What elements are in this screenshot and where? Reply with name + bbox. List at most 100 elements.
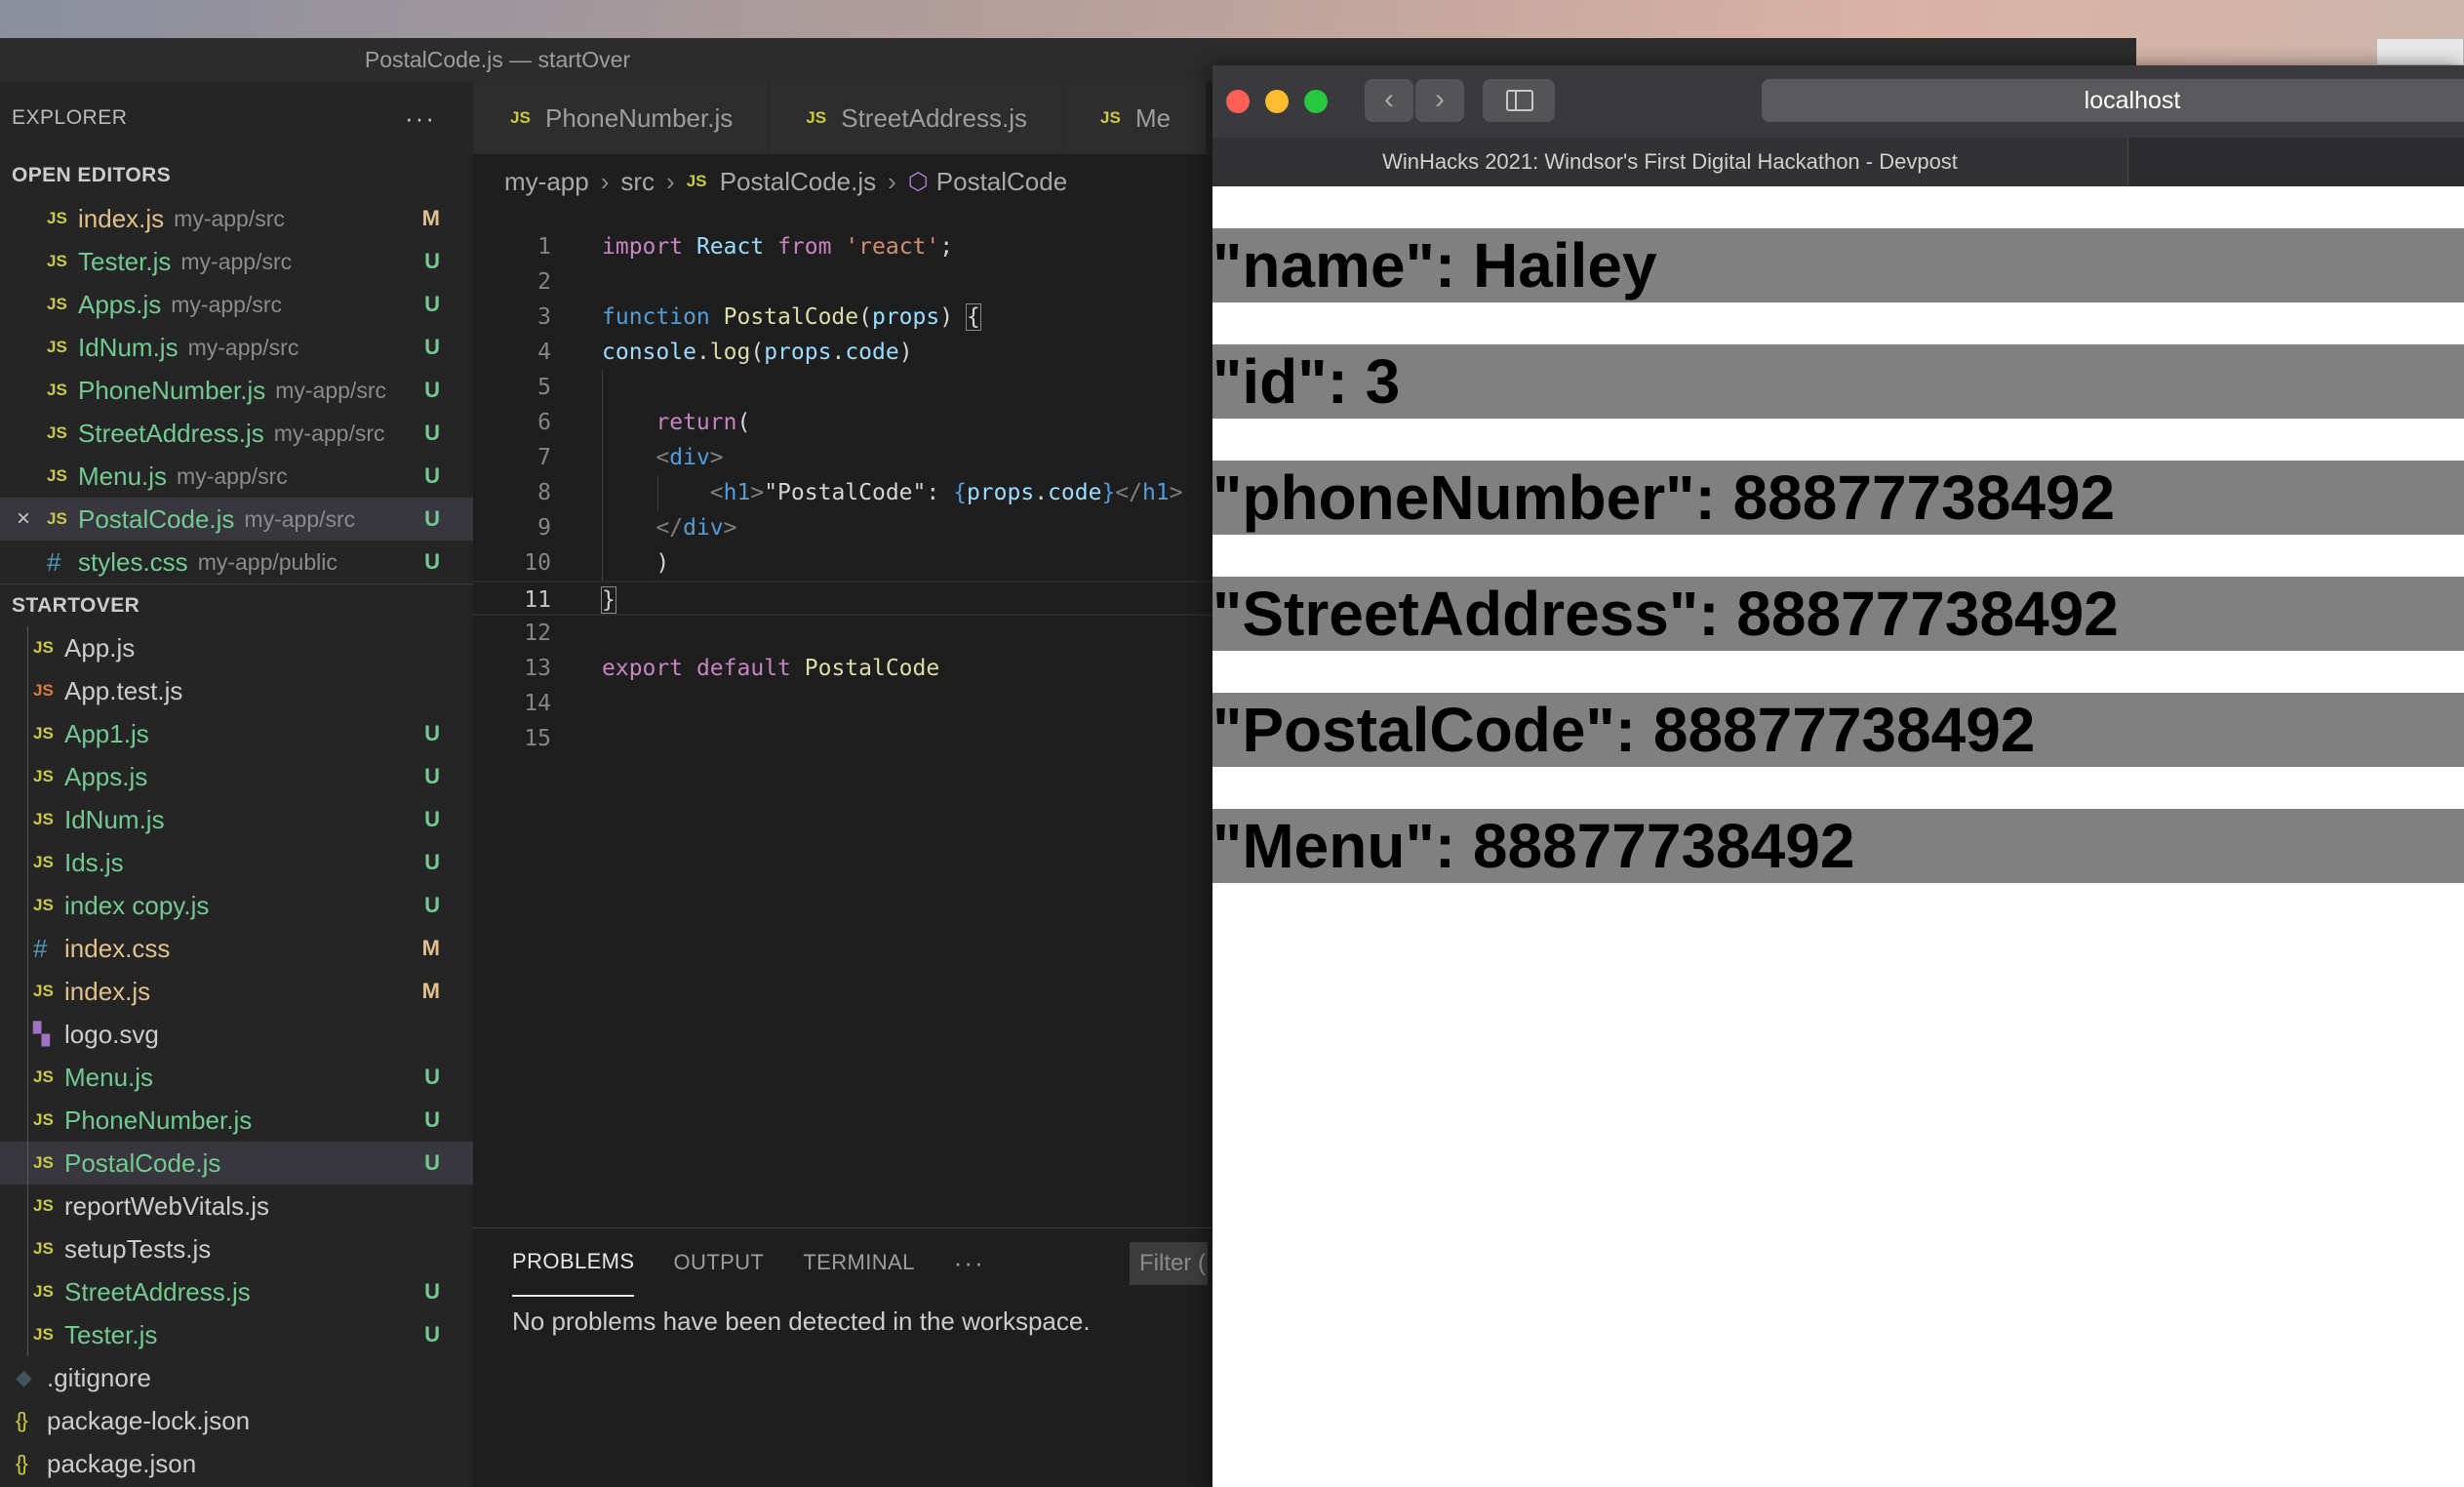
tree-item[interactable]: ▚ logo.svg: [0, 1013, 473, 1056]
tree-item[interactable]: JS Ids.js U: [0, 841, 473, 884]
forward-button[interactable]: ›: [1415, 79, 1464, 122]
tree-item[interactable]: JS Apps.js U: [0, 755, 473, 798]
browser-tab[interactable]: WinHacks 2021: Windsor's First Digital H…: [1212, 138, 2128, 186]
tree-item[interactable]: JS Menu.js U: [0, 1056, 473, 1099]
project-header[interactable]: STARTOVER: [0, 583, 473, 626]
tab-streetaddress[interactable]: JS StreetAddress.js: [769, 82, 1063, 154]
git-status-badge: M: [421, 206, 440, 230]
indent-guide: [27, 1227, 28, 1270]
tree-item[interactable]: JS App1.js U: [0, 712, 473, 755]
js-file-icon: JS: [47, 423, 67, 442]
line-number: 3: [537, 304, 551, 330]
tree-item[interactable]: JS IdNum.js U: [0, 798, 473, 841]
open-editor-item[interactable]: JS Apps.js my-app/src U: [0, 283, 473, 326]
js-file-icon: JS: [47, 381, 67, 399]
address-bar[interactable]: localhost: [1762, 79, 2464, 122]
git-status-badge: U: [424, 335, 440, 359]
file-path: my-app/src: [244, 505, 356, 532]
page-content: "name": Hailey "id": 3 "phoneNumber": 88…: [1212, 186, 2464, 883]
js-file-icon: JS: [47, 252, 67, 270]
file-name: index.js: [64, 976, 151, 1006]
file-path: my-app/src: [171, 291, 283, 317]
breadcrumb-item[interactable]: PostalCode.js: [720, 167, 876, 197]
file-name: Menu.js: [78, 461, 168, 491]
open-editor-item[interactable]: JS index.js my-app/src M: [0, 197, 473, 240]
tree-item[interactable]: ◆ .gitignore: [0, 1356, 473, 1399]
open-editor-item[interactable]: JS PhoneNumber.js my-app/src U: [0, 369, 473, 412]
indent-guide: [27, 1056, 28, 1099]
line-number: 11: [524, 587, 551, 613]
tree-item[interactable]: JS setupTests.js: [0, 1227, 473, 1270]
zoom-window-button[interactable]: [1304, 90, 1328, 113]
problems-filter-input[interactable]: Filter (: [1130, 1242, 1208, 1285]
tree-item[interactable]: JS Tester.js U: [0, 1313, 473, 1356]
open-editor-item[interactable]: JS Menu.js my-app/src U: [0, 455, 473, 498]
open-editor-item[interactable]: JS StreetAddress.js my-app/src U: [0, 412, 473, 455]
tab-phonenumber[interactable]: JS PhoneNumber.js: [473, 82, 770, 154]
open-editor-item[interactable]: JS IdNum.js my-app/src U: [0, 326, 473, 369]
git-file-icon: ◆: [16, 1365, 32, 1389]
git-status-badge: U: [424, 807, 440, 831]
tree-item[interactable]: JS index.js M: [0, 970, 473, 1013]
file-name: package.json: [47, 1448, 197, 1478]
json-file-icon: {}: [16, 1408, 28, 1432]
heading-name: "name": Hailey: [1212, 228, 2464, 302]
js-file-icon: JS: [686, 172, 707, 190]
tab-problems[interactable]: PROBLEMS: [512, 1228, 635, 1297]
open-editor-item[interactable]: # styles.css my-app/public U: [0, 541, 473, 583]
tree-item[interactable]: JS App.test.js: [0, 669, 473, 712]
open-editors-list: JS index.js my-app/src M JS Tester.js my…: [0, 197, 473, 583]
git-status-badge: U: [424, 1107, 440, 1132]
file-name: index.css: [64, 933, 171, 963]
js-file-icon: JS: [47, 509, 67, 528]
close-window-button[interactable]: [1226, 90, 1250, 113]
git-status-badge: M: [421, 936, 440, 960]
tab-terminal[interactable]: TERMINAL: [803, 1228, 914, 1297]
minimize-window-button[interactable]: [1265, 90, 1289, 113]
js-file-icon: JS: [47, 209, 67, 227]
js-file-icon: JS: [1099, 108, 1121, 127]
file-name: Ids.js: [64, 847, 124, 877]
breadcrumb-item[interactable]: my-app: [504, 167, 589, 197]
file-name: Tester.js: [78, 246, 172, 276]
open-editor-item[interactable]: JS Tester.js my-app/src U: [0, 240, 473, 283]
file-name: PostalCode.js: [78, 503, 235, 534]
tree-item[interactable]: JS PhoneNumber.js U: [0, 1099, 473, 1142]
tree-item[interactable]: JS index copy.js U: [0, 884, 473, 927]
git-status-badge: U: [424, 249, 440, 273]
git-status-badge: U: [424, 1279, 440, 1304]
more-panels-icon[interactable]: ···: [954, 1228, 985, 1297]
file-name: Apps.js: [78, 289, 162, 319]
tree-item[interactable]: # index.css M: [0, 927, 473, 970]
breadcrumb-item[interactable]: PostalCode: [936, 167, 1067, 197]
file-path: my-app/src: [273, 420, 385, 446]
tab-menu[interactable]: JS Me: [1062, 82, 1208, 154]
sidebar-toggle-button[interactable]: [1483, 79, 1555, 122]
more-actions-icon[interactable]: ···: [405, 103, 436, 134]
line-number: 4: [537, 340, 551, 365]
indent-guide: [27, 669, 28, 712]
line-number: 5: [537, 375, 551, 400]
file-name: logo.svg: [64, 1019, 159, 1049]
svg-file-icon: ▚: [33, 1022, 50, 1046]
tree-item[interactable]: {} package-lock.json: [0, 1399, 473, 1442]
indent-guide: [27, 798, 28, 841]
js-file-icon: JS: [33, 853, 54, 871]
test-file-icon: JS: [33, 681, 54, 700]
open-editor-item-active[interactable]: × JS PostalCode.js my-app/src U: [0, 498, 473, 541]
css-file-icon: #: [33, 933, 48, 963]
back-button[interactable]: ‹: [1365, 79, 1413, 122]
close-editor-icon[interactable]: ×: [12, 505, 35, 533]
indent-guide: [27, 1099, 28, 1142]
tree-item-selected[interactable]: JS PostalCode.js U: [0, 1142, 473, 1185]
tree-item[interactable]: JS StreetAddress.js U: [0, 1270, 473, 1313]
git-status-badge: U: [424, 506, 440, 531]
chevron-right-icon: ›: [888, 166, 896, 196]
indent-guide: [27, 1185, 28, 1227]
open-editors-header[interactable]: OPEN EDITORS: [0, 154, 473, 197]
tree-item[interactable]: JS App.js: [0, 626, 473, 669]
tree-item[interactable]: {} package.json: [0, 1442, 473, 1485]
tree-item[interactable]: JS reportWebVitals.js: [0, 1185, 473, 1227]
tab-output[interactable]: OUTPUT: [673, 1228, 764, 1297]
breadcrumb-item[interactable]: src: [620, 167, 655, 197]
